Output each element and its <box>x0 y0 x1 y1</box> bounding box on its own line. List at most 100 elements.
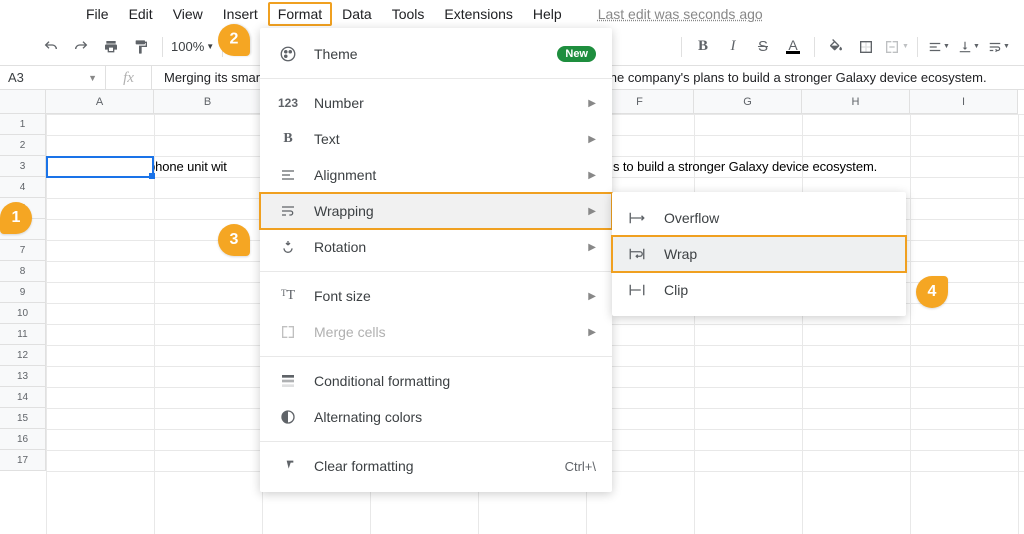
submenu-arrow-icon: ▶ <box>588 327 596 338</box>
row-header[interactable]: 1 <box>0 114 46 135</box>
row-header[interactable]: 8 <box>0 261 46 282</box>
font-size-icon: TT <box>276 288 300 304</box>
row-header[interactable]: 13 <box>0 366 46 387</box>
menu-label: Merge cells <box>314 324 386 340</box>
merge-icon <box>276 324 300 340</box>
number-icon: 123 <box>276 96 300 110</box>
row-header[interactable]: 16 <box>0 429 46 450</box>
column-header[interactable]: G <box>694 90 802 114</box>
menu-item-number[interactable]: 123 Number ▶ <box>260 85 612 121</box>
chevron-down-icon: ▼ <box>88 73 97 83</box>
row-header[interactable]: 15 <box>0 408 46 429</box>
row-header[interactable]: 12 <box>0 345 46 366</box>
format-menu-dropdown: Theme New 123 Number ▶ B Text ▶ Alignmen… <box>260 28 612 492</box>
borders-button[interactable] <box>851 34 881 60</box>
menu-shortcut: Ctrl+\ <box>565 459 596 474</box>
submenu-item-clip[interactable]: Clip <box>612 272 906 308</box>
name-box[interactable]: A3 ▼ <box>0 66 106 90</box>
wrapping-submenu: Overflow Wrap Clip <box>612 192 906 316</box>
cell-selection[interactable] <box>46 156 154 178</box>
row-header[interactable]: 4 <box>0 177 46 198</box>
text-color-button[interactable]: A <box>778 34 808 60</box>
menu-format[interactable]: Format <box>268 2 332 26</box>
submenu-arrow-icon: ▶ <box>588 170 596 181</box>
conditional-format-icon <box>276 373 300 389</box>
menu-label: Theme <box>314 46 358 62</box>
merge-cells-button[interactable]: ▼ <box>881 34 911 60</box>
select-all-corner[interactable] <box>0 90 46 114</box>
menu-label: Number <box>314 95 364 111</box>
fill-color-button[interactable] <box>821 34 851 60</box>
annotation-bubble-4: 4 <box>916 276 948 308</box>
menu-item-alignment[interactable]: Alignment ▶ <box>260 157 612 193</box>
row-header[interactable]: 10 <box>0 303 46 324</box>
submenu-label: Clip <box>664 282 688 298</box>
menu-separator <box>260 78 612 79</box>
menu-label: Wrapping <box>314 203 374 219</box>
menu-item-alternating-colors[interactable]: Alternating colors <box>260 399 612 435</box>
print-icon[interactable] <box>96 34 126 60</box>
menu-item-font-size[interactable]: TT Font size ▶ <box>260 278 612 314</box>
wrapping-icon <box>276 203 300 219</box>
paint-format-icon[interactable] <box>126 34 156 60</box>
vertical-align-button[interactable]: ▼ <box>954 34 984 60</box>
menu-item-rotation[interactable]: Rotation ▶ <box>260 229 612 265</box>
bold-button[interactable]: B <box>688 34 718 60</box>
zoom-select[interactable]: 100%▼ <box>169 39 216 54</box>
annotation-bubble-2: 2 <box>218 24 250 56</box>
menu-extensions[interactable]: Extensions <box>434 2 522 26</box>
row-header[interactable]: 9 <box>0 282 46 303</box>
row-header[interactable]: 17 <box>0 450 46 471</box>
menu-item-text[interactable]: B Text ▶ <box>260 121 612 157</box>
text-wrap-button[interactable]: ▼ <box>984 34 1014 60</box>
toolbar-separator <box>681 37 682 57</box>
zoom-value: 100% <box>171 39 204 54</box>
toolbar-separator <box>917 37 918 57</box>
italic-button[interactable]: I <box>718 34 748 60</box>
menu-data[interactable]: Data <box>332 2 382 26</box>
row-header[interactable]: 3 <box>0 156 46 177</box>
alignment-icon <box>276 167 300 183</box>
menu-label: Text <box>314 131 340 147</box>
row-header[interactable]: 14 <box>0 387 46 408</box>
submenu-arrow-icon: ▶ <box>588 134 596 145</box>
menu-bar: File Edit View Insert Format Data Tools … <box>0 0 1024 28</box>
submenu-arrow-icon: ▶ <box>588 98 596 109</box>
row-header[interactable]: 2 <box>0 135 46 156</box>
submenu-item-overflow[interactable]: Overflow <box>612 200 906 236</box>
chevron-down-icon: ▼ <box>206 42 214 51</box>
row-header[interactable]: 7 <box>0 240 46 261</box>
row-header[interactable]: 11 <box>0 324 46 345</box>
menu-help[interactable]: Help <box>523 2 572 26</box>
text-icon: B <box>276 131 300 147</box>
menu-label: Clear formatting <box>314 458 414 474</box>
submenu-item-wrap[interactable]: Wrap <box>612 236 906 272</box>
menu-item-theme[interactable]: Theme New <box>260 36 612 72</box>
menu-item-clear-formatting[interactable]: Clear formatting Ctrl+\ <box>260 448 612 484</box>
column-header[interactable]: H <box>802 90 910 114</box>
menu-label: Conditional formatting <box>314 373 450 389</box>
submenu-arrow-icon: ▶ <box>588 291 596 302</box>
wrap-icon <box>628 247 650 261</box>
menu-edit[interactable]: Edit <box>119 2 163 26</box>
menu-item-conditional-formatting[interactable]: Conditional formatting <box>260 363 612 399</box>
menu-label: Rotation <box>314 239 366 255</box>
menu-view[interactable]: View <box>163 2 213 26</box>
redo-icon[interactable] <box>66 34 96 60</box>
strikethrough-button[interactable]: S <box>748 34 778 60</box>
clip-icon <box>628 283 650 297</box>
menu-separator <box>260 271 612 272</box>
menu-file[interactable]: File <box>76 2 119 26</box>
cell-a3-text-continued: s to build a stronger Galaxy device ecos… <box>613 159 877 174</box>
menu-label: Alternating colors <box>314 409 422 425</box>
rotation-icon <box>276 239 300 255</box>
menu-tools[interactable]: Tools <box>382 2 435 26</box>
undo-icon[interactable] <box>36 34 66 60</box>
horizontal-align-button[interactable]: ▼ <box>924 34 954 60</box>
column-header[interactable]: I <box>910 90 1018 114</box>
column-header[interactable]: A <box>46 90 154 114</box>
menu-insert[interactable]: Insert <box>213 2 268 26</box>
menu-item-wrapping[interactable]: Wrapping ▶ <box>260 193 612 229</box>
column-header[interactable]: B <box>154 90 262 114</box>
last-edit-link[interactable]: Last edit was seconds ago <box>598 6 763 22</box>
